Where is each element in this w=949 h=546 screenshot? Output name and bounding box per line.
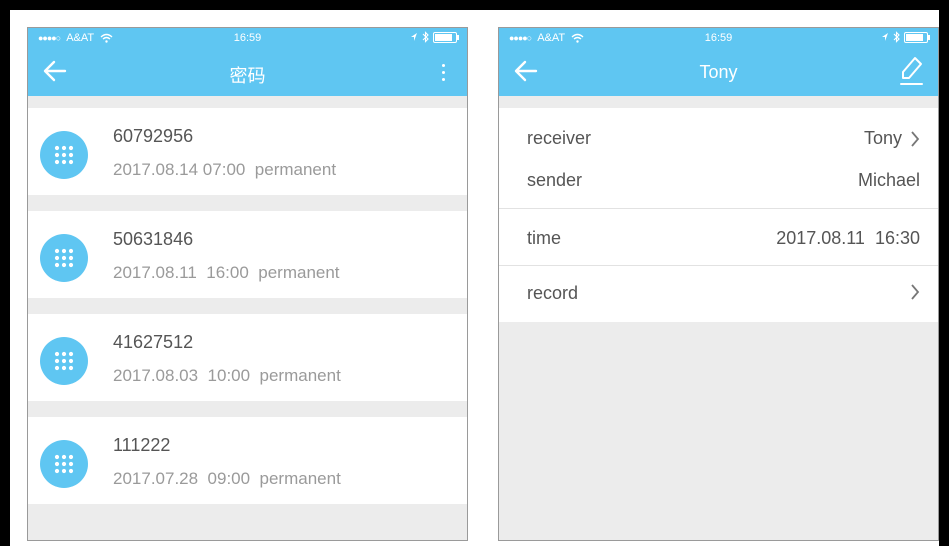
page-title: Tony <box>699 62 738 82</box>
password-item[interactable]: 41627512 2017.08.03 10:00 permanent <box>28 314 467 401</box>
more-vertical-icon[interactable] <box>433 57 453 87</box>
sender-value: Michael <box>857 170 920 190</box>
sender-row: sender Michael <box>499 160 938 208</box>
keypad-icon <box>40 234 88 282</box>
password-item[interactable]: 50631846 2017.08.11 16:00 permanent <box>28 211 467 298</box>
password-code: 60792956 <box>113 126 194 146</box>
password-code: 41627512 <box>113 332 194 352</box>
password-meta: 2017.08.14 07:00 permanent <box>113 160 337 179</box>
battery-icon <box>904 31 930 43</box>
password-list: 60792956 2017.08.14 07:00 permanent 5063… <box>28 96 467 504</box>
chevron-right-icon <box>911 130 920 147</box>
bluetooth-icon <box>893 31 900 43</box>
record-label: record <box>527 283 579 303</box>
edit-icon[interactable] <box>896 54 926 88</box>
password-list-screen: ●●●●○ A&AT 16:59 密码 60792956 2017.08.14 … <box>27 27 468 541</box>
time-label: time <box>527 228 562 248</box>
record-action <box>910 283 920 301</box>
location-icon <box>882 33 888 41</box>
status-time: 16:59 <box>704 32 733 44</box>
page-title: 密码 <box>229 66 266 86</box>
battery-icon <box>433 31 459 43</box>
password-code: 50631846 <box>113 229 194 249</box>
password-item[interactable]: 60792956 2017.08.14 07:00 permanent <box>28 108 467 195</box>
nav-bar: 密码 <box>28 48 467 96</box>
keypad-icon <box>40 131 88 179</box>
password-meta: 2017.07.28 09:00 permanent <box>113 469 341 488</box>
receiver-value-group: Tony <box>864 128 920 149</box>
password-meta: 2017.08.11 16:00 permanent <box>113 263 340 282</box>
status-indicators <box>410 31 459 43</box>
password-detail-screen: ●●●●○ A&AT 16:59 Tony receiver Tony send… <box>498 27 939 541</box>
password-code: 111222 <box>113 435 171 455</box>
chevron-right-icon <box>911 284 920 300</box>
receiver-label: receiver <box>527 128 592 148</box>
record-row[interactable]: record <box>499 266 938 322</box>
password-meta: 2017.08.03 10:00 permanent <box>113 366 341 385</box>
status-indicators <box>881 31 930 43</box>
receiver-value: Tony <box>863 128 902 148</box>
status-bar: ●●●●○ A&AT 16:59 <box>499 28 938 48</box>
status-time: 16:59 <box>233 32 262 44</box>
password-item[interactable]: 111222 2017.07.28 09:00 permanent <box>28 417 467 504</box>
time-value: 2017.08.11 16:30 <box>776 228 920 248</box>
keypad-icon <box>40 440 88 488</box>
status-bar: ●●●●○ A&AT 16:59 <box>28 28 467 48</box>
keypad-icon <box>40 337 88 385</box>
sender-label: sender <box>527 170 583 190</box>
bluetooth-icon <box>422 31 429 43</box>
time-row: time 2017.08.11 16:30 <box>499 209 938 265</box>
nav-bar: Tony <box>499 48 938 96</box>
location-icon <box>411 33 417 41</box>
receiver-row[interactable]: receiver Tony <box>499 108 938 160</box>
detail-panel: receiver Tony sender Michael time 2017.0… <box>499 108 938 322</box>
